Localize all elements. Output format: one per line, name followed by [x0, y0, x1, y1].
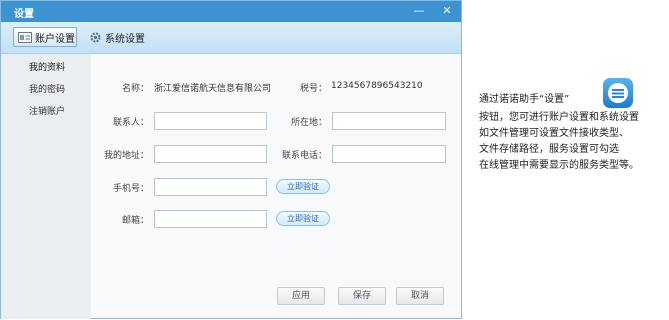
- email-input[interactable]: [154, 210, 267, 228]
- verify-email-button[interactable]: 立即验证: [276, 211, 330, 226]
- account-card-icon: [18, 31, 32, 43]
- note-line-5: 在线管理中需要显示的服务类型等。: [479, 160, 639, 171]
- name-value: 浙江爱信诺航天信息有限公司: [154, 84, 272, 94]
- mobile-label: 手机号：: [112, 184, 149, 194]
- sidebar-item-logout-account[interactable]: 注销账户: [29, 104, 65, 117]
- sidebar-item-my-profile[interactable]: 我的资料: [29, 60, 65, 73]
- location-label: 所在地：: [290, 118, 327, 128]
- sidebar-item-my-password[interactable]: 我的密码: [29, 82, 65, 95]
- address-input[interactable]: [154, 145, 267, 163]
- settings-dialog: 设置 — ✕ 账户设置 系统设置 我的资料 我的密码 注销账户 名称： 浙江爱信…: [0, 0, 462, 319]
- note-line-2: 按钮，您可进行账户设置和系统设置: [479, 112, 639, 123]
- minimize-button[interactable]: —: [405, 2, 433, 20]
- tax-number-value: 1234567896543210: [331, 81, 423, 91]
- tab-account-settings-label: 账户设置: [35, 33, 75, 45]
- location-input[interactable]: [332, 112, 446, 130]
- title-bar: 设置 — ✕: [1, 1, 461, 22]
- tab-account-settings[interactable]: 账户设置: [13, 27, 77, 47]
- tab-system-settings[interactable]: 系统设置: [89, 27, 153, 47]
- note-line-4: 文件存储路径，服务设置可勾选: [479, 144, 619, 155]
- window-title: 设置: [14, 9, 34, 20]
- phone-label: 联系电话：: [281, 151, 327, 161]
- save-button[interactable]: 保存: [338, 287, 386, 305]
- gear-icon: [90, 32, 101, 42]
- settings-app-icon: [603, 78, 633, 108]
- email-label: 邮箱：: [121, 216, 149, 226]
- note-line-3: 如文件管理可设置文件接收类型、: [479, 128, 629, 139]
- cancel-button[interactable]: 取消: [396, 287, 444, 305]
- sidebar: 我的资料 我的密码 注销账户: [1, 54, 91, 319]
- close-button[interactable]: ✕: [433, 2, 461, 20]
- contact-label: 联系人：: [112, 118, 149, 128]
- name-label: 名称：: [121, 84, 149, 94]
- address-label: 我的地址：: [103, 151, 149, 161]
- mobile-input[interactable]: [154, 178, 267, 196]
- note-line-1: 通过诺诺助手“设置”: [479, 94, 570, 105]
- verify-mobile-button[interactable]: 立即验证: [276, 179, 330, 194]
- toolbar: 账户设置 系统设置: [1, 22, 461, 54]
- contact-input[interactable]: [154, 112, 267, 130]
- phone-input[interactable]: [332, 145, 446, 163]
- tab-system-settings-label: 系统设置: [105, 33, 145, 45]
- apply-button[interactable]: 应用: [277, 287, 325, 305]
- tax-number-label: 税号：: [299, 84, 327, 94]
